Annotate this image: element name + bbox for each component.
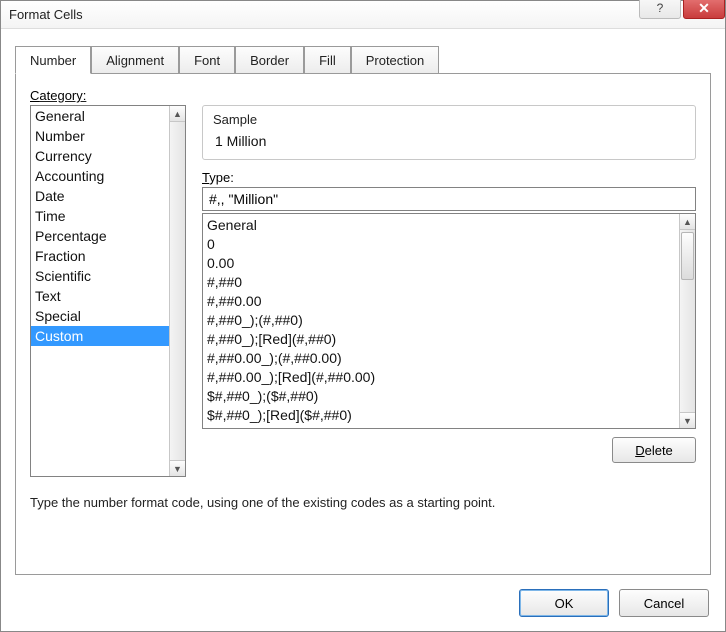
category-item[interactable]: Accounting	[31, 166, 169, 186]
delete-button[interactable]: Delete	[612, 437, 696, 463]
category-item[interactable]: Currency	[31, 146, 169, 166]
delete-row: Delete	[202, 437, 696, 463]
category-item[interactable]: Number	[31, 126, 169, 146]
category-listbox[interactable]: GeneralNumberCurrencyAccountingDateTimeP…	[30, 105, 186, 477]
help-icon: ?	[657, 1, 664, 15]
format-item[interactable]: $#,##0_);[Red]($#,##0)	[207, 406, 675, 425]
sample-group: Sample 1 Million	[202, 105, 696, 160]
tab-border[interactable]: Border	[235, 46, 304, 74]
tab-label: Border	[250, 53, 289, 68]
category-item[interactable]: Date	[31, 186, 169, 206]
tab-fill[interactable]: Fill	[304, 46, 351, 74]
window-buttons: ? ✕	[637, 1, 725, 28]
category-label: Category:	[30, 88, 86, 103]
tab-label: Alignment	[106, 53, 164, 68]
format-item[interactable]: #,##0_);(#,##0)	[207, 311, 675, 330]
tab-label: Font	[194, 53, 220, 68]
scroll-up-icon[interactable]: ▲	[680, 214, 695, 230]
window-title: Format Cells	[9, 7, 637, 22]
format-item[interactable]: General	[207, 216, 675, 235]
category-item[interactable]: Fraction	[31, 246, 169, 266]
ok-button[interactable]: OK	[519, 589, 609, 617]
tab-label: Protection	[366, 53, 425, 68]
category-scrollbar[interactable]: ▲ ▼	[169, 106, 185, 476]
format-item[interactable]: #,##0	[207, 273, 675, 292]
format-item[interactable]: #,##0.00_);[Red](#,##0.00)	[207, 368, 675, 387]
format-cells-dialog: Format Cells ? ✕ Number Alignment Font B…	[0, 0, 726, 632]
content-area: Number Alignment Font Border Fill Protec…	[15, 45, 711, 575]
sample-value: 1 Million	[213, 133, 685, 149]
sample-label: Sample	[213, 112, 685, 127]
category-item[interactable]: Time	[31, 206, 169, 226]
hint-text: Type the number format code, using one o…	[30, 495, 696, 510]
titlebar[interactable]: Format Cells ? ✕	[1, 1, 725, 29]
category-item[interactable]: Custom	[31, 326, 169, 346]
help-button[interactable]: ?	[639, 0, 681, 19]
tab-panel-number: Category: GeneralNumberCurrencyAccountin…	[15, 73, 711, 575]
category-item[interactable]: Text	[31, 286, 169, 306]
tab-label: Fill	[319, 53, 336, 68]
tab-number[interactable]: Number	[15, 46, 91, 74]
scroll-down-icon[interactable]: ▼	[680, 412, 695, 428]
format-item[interactable]: $#,##0_);($#,##0)	[207, 387, 675, 406]
category-item[interactable]: Percentage	[31, 226, 169, 246]
type-label: Type:	[202, 170, 696, 185]
format-listbox[interactable]: General00.00#,##0#,##0.00#,##0_);(#,##0)…	[202, 213, 696, 429]
type-input[interactable]	[202, 187, 696, 211]
scroll-down-icon[interactable]: ▼	[170, 460, 185, 476]
category-item[interactable]: Special	[31, 306, 169, 326]
category-item[interactable]: Scientific	[31, 266, 169, 286]
scroll-up-icon[interactable]: ▲	[170, 106, 185, 122]
scroll-track[interactable]	[680, 230, 695, 412]
tab-alignment[interactable]: Alignment	[91, 46, 179, 74]
tabstrip: Number Alignment Font Border Fill Protec…	[15, 45, 711, 73]
format-item[interactable]: #,##0.00_);(#,##0.00)	[207, 349, 675, 368]
close-button[interactable]: ✕	[683, 0, 725, 19]
right-column: Sample 1 Million Type: General00.00#,##0…	[202, 105, 696, 477]
format-item[interactable]: #,##0_);[Red](#,##0)	[207, 330, 675, 349]
tab-label: Number	[30, 53, 76, 68]
format-scrollbar[interactable]: ▲ ▼	[679, 214, 695, 428]
format-item[interactable]: 0.00	[207, 254, 675, 273]
scroll-thumb[interactable]	[681, 232, 694, 280]
format-item[interactable]: #,##0.00	[207, 292, 675, 311]
tab-font[interactable]: Font	[179, 46, 235, 74]
dialog-buttons: OK Cancel	[519, 589, 709, 617]
tab-protection[interactable]: Protection	[351, 46, 440, 74]
category-item[interactable]: General	[31, 106, 169, 126]
cancel-button[interactable]: Cancel	[619, 589, 709, 617]
format-item[interactable]: 0	[207, 235, 675, 254]
close-icon: ✕	[698, 0, 710, 17]
